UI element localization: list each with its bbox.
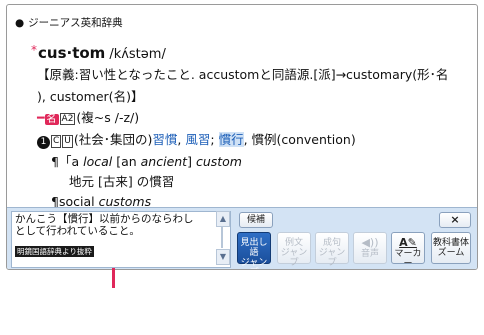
scroll-down-icon[interactable]: ▼ <box>216 249 230 265</box>
dictionary-name: ● ジーニアス英和辞典 <box>15 17 123 29</box>
part-of-speech-line: ━ 名 A2 (複~s /-z/) <box>37 109 139 129</box>
sense-line: 1 C U (社会･集団の)習慣, 風習; 慣行, 慣例(convention) <box>37 131 356 149</box>
bottom-panel: かんこう【慣行】以前からのならわし として行われていること。 明鏡国語辞典より抜… <box>7 207 477 269</box>
plural-form: (複~s /-z/) <box>76 110 140 125</box>
dictionary-screen: ● ジーニアス英和辞典 *cus·tom/kʌ́stəm/ 【原義:習い性となった… <box>6 4 478 270</box>
example-jump-button[interactable]: 例文 ジャンプ <box>277 232 311 268</box>
example-line: ¶「a local [an ancient] custom <box>51 154 242 169</box>
scroll-track[interactable] <box>221 227 223 248</box>
pronunciation: /kʌ́stəm/ <box>109 47 166 62</box>
headword: *cus·tom/kʌ́stəm/ <box>31 41 166 64</box>
textbook-font-zoom-button[interactable]: 教科書体 ズーム <box>431 232 471 264</box>
sense-definition-link[interactable]: 風習 <box>185 132 210 147</box>
candidate-button[interactable]: 候補 <box>239 212 273 228</box>
etymology-line: ), customer(名)】 <box>37 89 144 104</box>
pos-dash: ━ <box>37 110 45 125</box>
definition-text: かんこう【慣行】以前からのならわし として行われていること。 <box>15 213 194 237</box>
marker-button[interactable]: A✎ マーカー <box>391 232 425 269</box>
etymology-line: 【原義:習い性となったこと. accustomと同語源.[派]→customar… <box>37 67 449 82</box>
close-button[interactable]: × <box>439 212 471 228</box>
definition-popup: かんこう【慣行】以前からのならわし として行われていること。 明鏡国語辞典より抜… <box>11 211 231 268</box>
sense-label: (社会･集団の) <box>73 132 153 147</box>
phrase-jump-button[interactable]: 成句 ジャンプ <box>315 232 349 268</box>
audio-button[interactable]: ◀)) 音声 <box>353 232 387 264</box>
uncountable-box: U <box>62 135 73 148</box>
source-badge: 明鏡国語辞典より抜粋 <box>15 246 94 257</box>
sense-number-badge: 1 <box>37 136 50 149</box>
headword-text: cus·tom <box>38 44 106 62</box>
countable-box: C <box>51 135 62 148</box>
sense-definition-link[interactable]: 習慣 <box>152 132 177 147</box>
example-translation: 地元 [古来] の慣習 <box>69 174 175 189</box>
scroll-up-icon[interactable]: ▲ <box>216 211 230 227</box>
speaker-icon: ◀)) <box>361 236 379 249</box>
entry-content: ● ジーニアス英和辞典 *cus·tom/kʌ́stəm/ 【原義:習い性となった… <box>7 5 477 209</box>
noun-badge: 名 <box>44 114 59 125</box>
bullet-icon: ● <box>15 17 25 29</box>
level-box: A2 <box>59 113 76 125</box>
definition-scrollbar[interactable]: ▲ ▼ <box>215 211 230 266</box>
importance-star-icon: * <box>31 43 37 57</box>
sense-rest: , 慣例(convention) <box>243 132 356 147</box>
pointer-cursor <box>112 268 115 288</box>
marker-pen-icon: A✎ <box>399 236 417 249</box>
selected-definition-link[interactable]: 慣行 <box>218 132 244 147</box>
headword-jump-button[interactable]: 見出し語 ジャンプ <box>237 232 271 269</box>
